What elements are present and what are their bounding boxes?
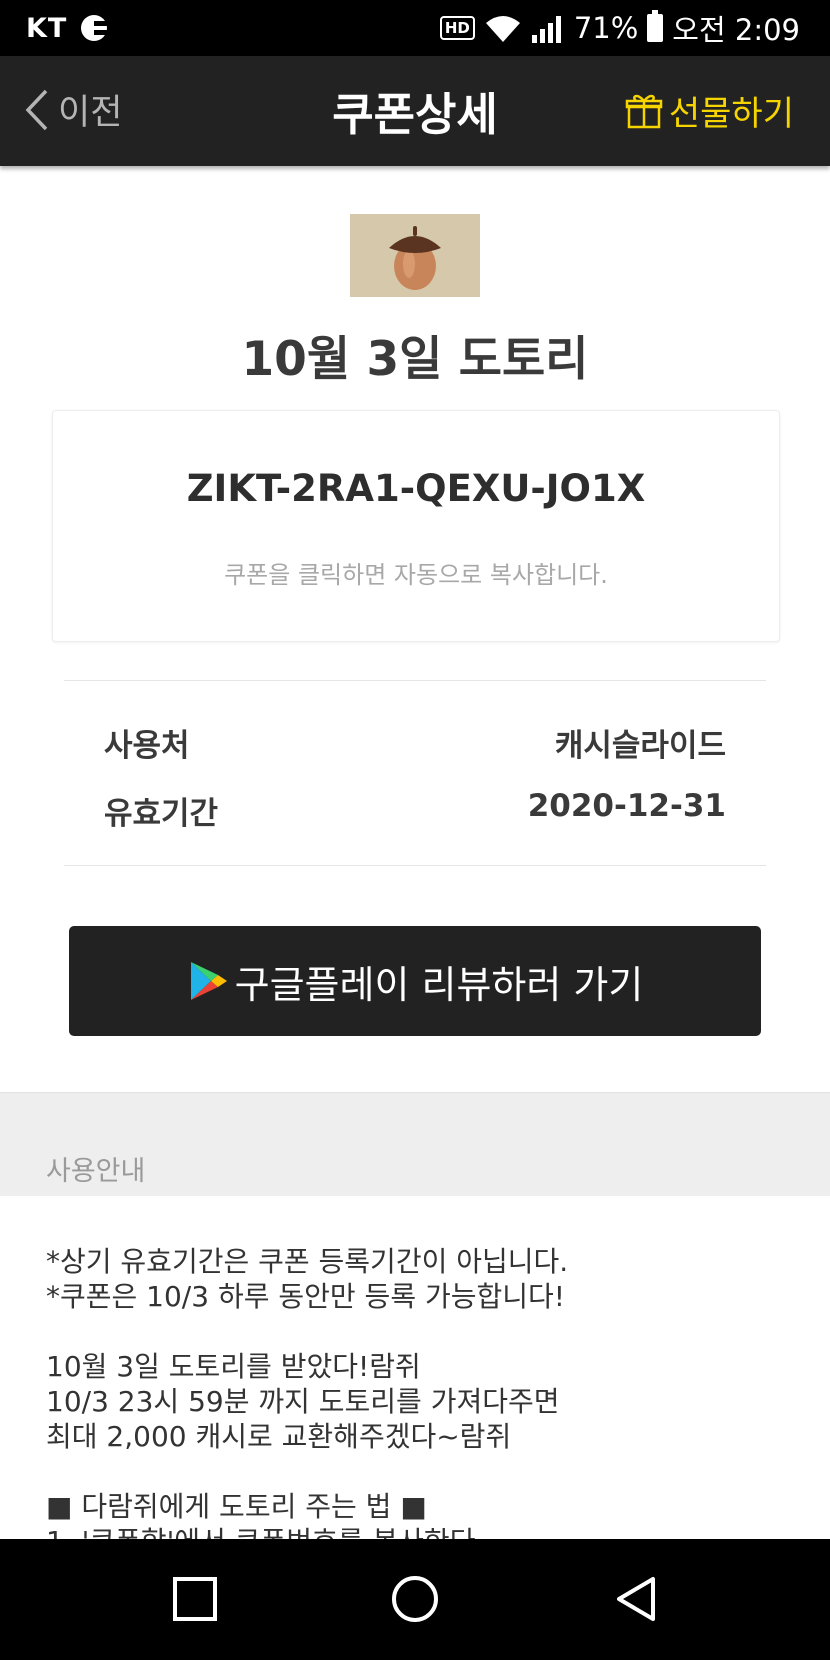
clock: 오전 2:09 xyxy=(672,13,800,47)
validity-label: 유효기간 xyxy=(104,796,219,832)
usage-row: 사용처 캐시슬라이드 xyxy=(104,720,726,765)
circle-icon xyxy=(392,1576,438,1622)
gift-icon xyxy=(625,94,663,128)
back-nav-button[interactable] xyxy=(606,1569,666,1629)
battery-icon xyxy=(647,10,664,42)
coupon-code[interactable]: ZIKT-2RA1-QEXU-JO1X xyxy=(53,467,779,510)
guide-line: 최대 2,000 캐시로 교환해주겠다~람쥐 xyxy=(46,1420,512,1453)
divider-top xyxy=(64,680,766,681)
acorn-icon xyxy=(389,225,441,290)
guide-line xyxy=(46,1454,796,1489)
guide-line xyxy=(46,1314,796,1349)
system-nav-bar xyxy=(0,1539,830,1660)
google-play-review-button[interactable]: 구글플레이 리뷰하러 가기 xyxy=(69,926,761,1036)
triangle-back-icon xyxy=(617,1577,655,1621)
coupon-code-card[interactable]: ZIKT-2RA1-QEXU-JO1X 쿠폰을 클릭하면 자동으로 복사합니다. xyxy=(52,410,780,642)
guide-line: *쿠폰은 10/3 하루 동안만 등록 가능합니다! xyxy=(46,1280,566,1313)
guide-line: 10/3 23시 59분 까지 도토리를 가져다주면 xyxy=(46,1385,560,1418)
guide-section-header: 사용안내 xyxy=(0,1092,830,1196)
guide-line: ■ 다람쥐에게 도토리 주는 법 ■ xyxy=(46,1490,427,1523)
guide-section-title: 사용안내 xyxy=(46,1156,146,1187)
usage-label: 사용처 xyxy=(104,728,190,764)
carrier-label: KT xyxy=(26,12,68,44)
coupon-title: 10월 3일 도토리 xyxy=(241,332,589,387)
google-play-icon xyxy=(190,962,227,1000)
signal-icon xyxy=(531,16,561,43)
status-right: HD 71% 오전 2:09 xyxy=(439,7,800,49)
validity-value: 2020-12-31 xyxy=(527,788,726,824)
recent-apps-button[interactable] xyxy=(165,1569,225,1629)
status-left: KT xyxy=(26,12,114,44)
wifi-icon xyxy=(485,16,520,42)
guide-line: 10월 3일 도토리를 받았다!람쥐 xyxy=(46,1350,421,1383)
battery-percent: 71% xyxy=(573,11,639,45)
usage-value: 캐시슬라이드 xyxy=(554,728,726,764)
hd-badge: HD xyxy=(439,16,475,40)
square-icon xyxy=(173,1577,217,1621)
gift-label: 선물하기 xyxy=(668,94,794,134)
status-bar: KT HD 71% 오전 2:09 xyxy=(0,0,830,56)
coupon-image xyxy=(350,214,480,297)
home-button[interactable] xyxy=(385,1569,445,1629)
guide-line: *상기 유효기간은 쿠폰 등록기간이 아닙니다. xyxy=(46,1245,569,1278)
divider-bottom xyxy=(64,865,766,866)
validity-row: 유효기간 2020-12-31 xyxy=(104,788,726,833)
copy-hint: 쿠폰을 클릭하면 자동으로 복사합니다. xyxy=(224,561,608,589)
carrier-logo-icon xyxy=(81,15,114,41)
review-button-label: 구글플레이 리뷰하러 가기 xyxy=(234,962,644,1007)
gift-button[interactable]: 선물하기 xyxy=(625,86,794,135)
app-header: 이전 쿠폰상세 선물하기 xyxy=(0,56,830,166)
guide-text: *상기 유효기간은 쿠폰 등록기간이 아닙니다. *쿠폰은 10/3 하루 동안… xyxy=(46,1244,796,1559)
